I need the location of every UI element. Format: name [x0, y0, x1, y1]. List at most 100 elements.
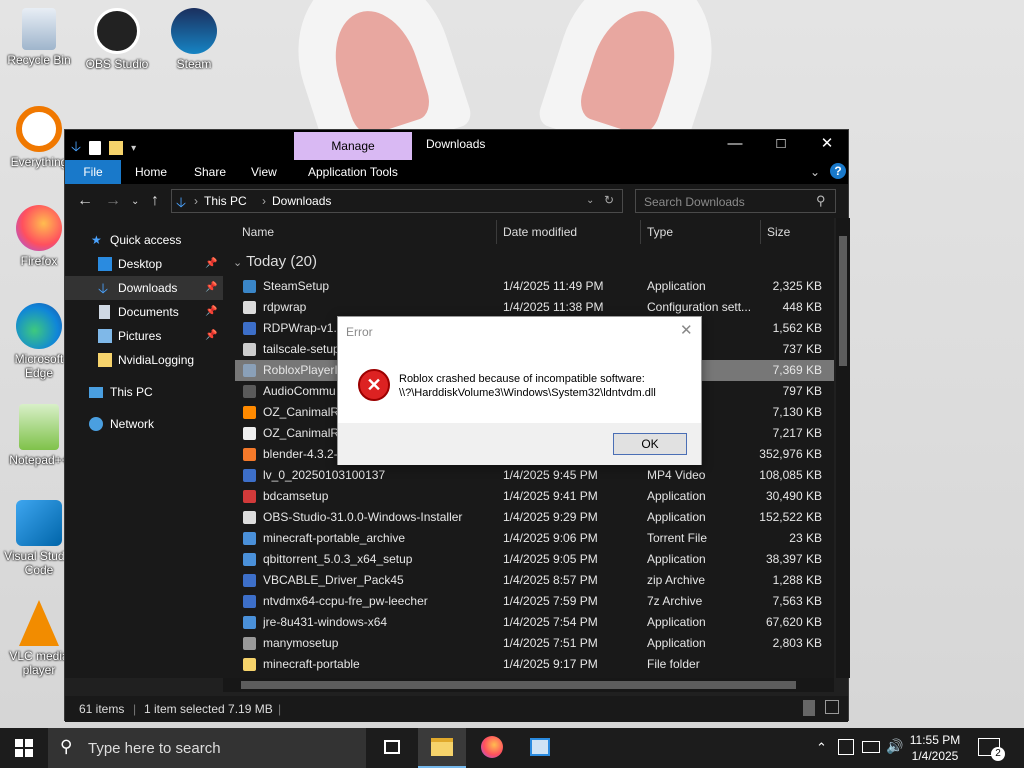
quick-access-toolbar: 🡣 ▾ [71, 136, 136, 160]
start-button[interactable] [0, 728, 48, 768]
breadcrumb-this-pc[interactable]: This PC [204, 194, 247, 208]
security-shield-icon[interactable] [838, 739, 854, 755]
column-header-name[interactable]: Name [242, 218, 274, 246]
tab-home[interactable]: Home [135, 160, 167, 184]
file-name: ntvdmx64-ccpu-fre_pw-leecher [263, 594, 428, 608]
breadcrumb-downloads[interactable]: Downloads [272, 194, 331, 208]
tab-application-tools[interactable]: Application Tools [308, 160, 398, 184]
sidebar-item-documents[interactable]: Documents 📌 [65, 300, 223, 324]
address-bar[interactable]: 🡣 › This PC › Downloads ⌄ ↻ [171, 189, 623, 213]
sidebar-item-downloads[interactable]: 🡣 Downloads 📌 [65, 276, 223, 300]
table-row[interactable]: rdpwrap 1/4/2025 11:38 PM Configuration se… [235, 297, 834, 318]
network-icon[interactable] [862, 741, 880, 753]
table-row[interactable]: OBS-Studio-31.0.0-Windows-Installer 1/4/2… [235, 507, 834, 528]
dialog-title: Error [346, 325, 373, 339]
volume-icon[interactable]: 🔊 [886, 738, 903, 755]
navigation-bar: ← → ⌄ ↑ 🡣 › This PC › Downloads ⌄ ↻ Sear… [65, 184, 848, 218]
file-name: lv_0_20250103100137 [263, 468, 386, 482]
desktop-icon-obs-studio[interactable]: OBS Studio [80, 8, 154, 71]
search-input[interactable]: Search Downloads [644, 195, 745, 209]
column-header-type[interactable]: Type [647, 218, 673, 246]
taskbar-file-explorer[interactable] [418, 728, 466, 768]
maximize-button[interactable]: □ [758, 130, 804, 160]
forward-arrow-icon[interactable]: → [105, 192, 121, 210]
taskbar-search-box[interactable]: ⚲ Type here to search [48, 728, 366, 768]
column-header-date-modified[interactable]: Date modified [503, 218, 577, 246]
down-arrow-icon[interactable]: 🡣 [71, 136, 81, 160]
column-separator[interactable] [640, 220, 641, 244]
desktop-icon-steam[interactable]: Steam [157, 8, 231, 71]
network-icon [89, 417, 103, 431]
sidebar-item-label: Documents [118, 305, 179, 319]
tab-view[interactable]: View [251, 160, 277, 184]
help-icon[interactable]: ? [830, 163, 846, 179]
table-row[interactable]: lv_0_20250103100137 1/4/2025 9:45 PM MP4 V… [235, 465, 834, 486]
tab-manage[interactable]: Manage [294, 132, 412, 160]
taskbar-firefox[interactable] [468, 728, 516, 768]
horizontal-scroll-thumb[interactable] [241, 681, 796, 689]
refresh-icon[interactable]: ↻ [604, 193, 614, 207]
table-row[interactable]: minecraft-portable 1/4/2025 9:17 PM File f… [235, 654, 834, 675]
pin-icon: 📌 [205, 306, 218, 317]
new-folder-icon[interactable] [109, 141, 124, 155]
up-arrow-icon[interactable]: ↑ [151, 192, 159, 210]
file-date-modified: 1/4/2025 7:59 PM [503, 594, 598, 608]
notification-center-button[interactable]: 2 [978, 738, 1005, 761]
properties-icon[interactable] [89, 141, 102, 155]
close-button[interactable]: ✕ [804, 130, 850, 160]
column-separator[interactable] [496, 220, 497, 244]
desktop-icon-recycle-bin[interactable]: Recycle Bin [2, 8, 76, 67]
table-row[interactable]: VBCABLE_Driver_Pack45 1/4/2025 8:57 PM zip… [235, 570, 834, 591]
file-size: 797 KB [782, 384, 822, 398]
vertical-scrollbar[interactable] [836, 218, 850, 678]
column-separator[interactable] [760, 220, 761, 244]
back-arrow-icon[interactable]: ← [77, 192, 93, 210]
show-hidden-icons-chevron-icon[interactable]: ⌃ [816, 740, 827, 756]
sidebar-item-label: Network [110, 417, 155, 431]
horizontal-scrollbar[interactable] [223, 678, 834, 692]
task-view-button[interactable] [368, 728, 416, 768]
sidebar-item-pictures[interactable]: Pictures 📌 [65, 324, 223, 348]
file-size: 737 KB [782, 342, 822, 356]
table-row[interactable]: ntvdmx64-ccpu-fre_pw-leecher 1/4/2025 7:5… [235, 591, 834, 612]
group-header[interactable]: ⌄ Today (20) [233, 253, 317, 270]
minimize-button[interactable]: — [712, 130, 758, 160]
sidebar-item-label: Desktop [118, 257, 163, 271]
tab-file[interactable]: File [65, 160, 121, 184]
customize-toolbar-chevron-icon[interactable]: ▾ [131, 143, 136, 154]
downloads-arrow-icon: 🡣 [98, 280, 109, 296]
table-row[interactable]: bdcamsetup 1/4/2025 9:41 PM Application 30,… [235, 486, 834, 507]
table-row[interactable]: minecraft-portable_archive 1/4/2025 9:06 … [235, 528, 834, 549]
sidebar-item-nvidialogging[interactable]: NvidiaLogging [65, 348, 223, 372]
expand-ribbon-chevron-icon[interactable]: ⌄ [810, 160, 820, 184]
clock[interactable]: 11:55 PM 1/4/2025 [904, 732, 966, 764]
dialog-close-button[interactable]: ✕ [680, 321, 693, 339]
vertical-scroll-thumb[interactable] [839, 236, 847, 366]
table-row[interactable]: SteamSetup 1/4/2025 11:49 PM Application 2,… [235, 276, 834, 297]
sidebar-item-this-pc[interactable]: This PC [65, 380, 223, 404]
notepad-plus-plus-icon [19, 404, 59, 450]
taskbar-search-input[interactable]: Type here to search [88, 740, 221, 757]
table-row[interactable]: jre-8u431-windows-x64 1/4/2025 7:54 PM App… [235, 612, 834, 633]
column-header-size[interactable]: Size [767, 218, 790, 246]
table-row[interactable]: qbittorrent_5.0.3_x64_setup 1/4/2025 9:05… [235, 549, 834, 570]
search-box[interactable]: Search Downloads ⚲ [635, 189, 836, 213]
file-name: minecraft-portable_archive [263, 531, 406, 545]
file-name: rdpwrap [263, 300, 307, 314]
desktop-folder-icon [98, 257, 112, 271]
address-history-chevron-icon[interactable]: ⌄ [586, 195, 594, 206]
details-view-icon[interactable] [803, 700, 815, 716]
table-row[interactable]: manymosetup 1/4/2025 7:51 PM Application 2,… [235, 633, 834, 654]
file-size: 2,803 KB [772, 636, 822, 650]
sidebar-item-quick-access[interactable]: ★ Quick access [65, 228, 223, 252]
large-icons-view-icon[interactable] [825, 700, 839, 714]
recent-locations-chevron-icon[interactable]: ⌄ [131, 196, 139, 207]
tab-share[interactable]: Share [194, 160, 226, 184]
sidebar-item-network[interactable]: Network [65, 412, 223, 436]
file-size: 7,130 KB [772, 405, 822, 419]
ok-button[interactable]: OK [613, 433, 687, 455]
file-size: 2,325 KB [772, 279, 822, 293]
sidebar-item-desktop[interactable]: Desktop 📌 [65, 252, 223, 276]
app-window-icon [530, 738, 550, 756]
taskbar-app[interactable] [516, 728, 564, 768]
